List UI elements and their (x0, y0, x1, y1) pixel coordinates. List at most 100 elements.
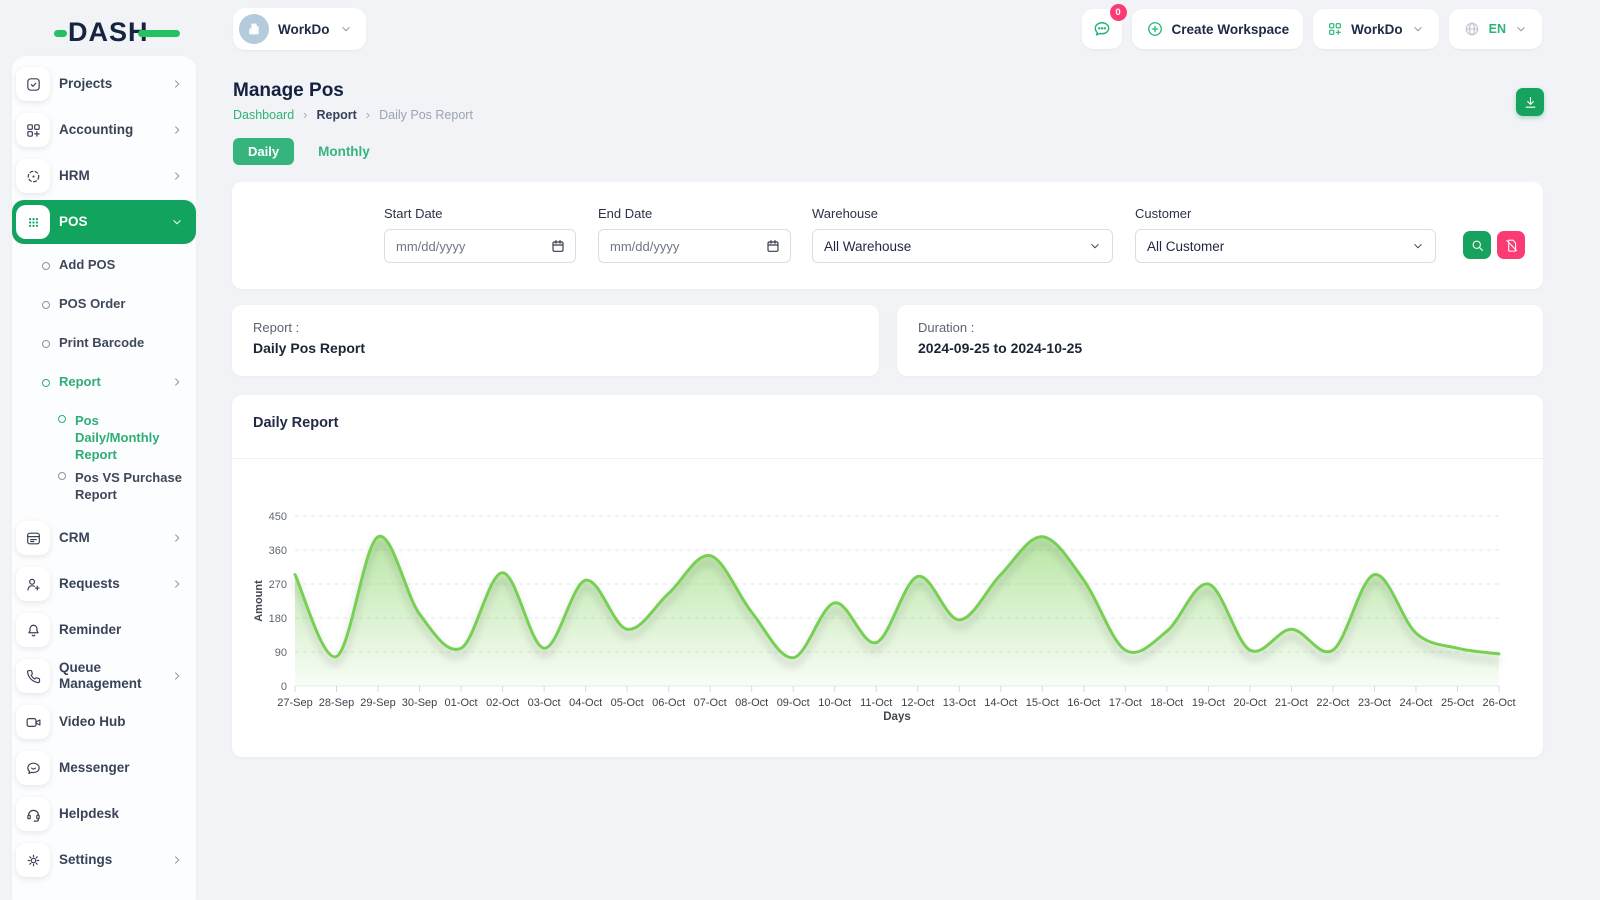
workspace-avatar (239, 14, 269, 44)
create-workspace-button[interactable]: Create Workspace (1132, 9, 1304, 49)
chevron-right-icon (170, 669, 184, 683)
chart-title: Daily Report (253, 415, 338, 431)
svg-text:15-Oct: 15-Oct (1026, 697, 1059, 709)
sidebar-item-video-hub[interactable]: Video Hub (12, 699, 196, 745)
svg-text:03-Oct: 03-Oct (528, 697, 561, 709)
sidebar-item-pos-order[interactable]: POS Order (12, 284, 196, 323)
tab-monthly[interactable]: Monthly (318, 144, 370, 159)
sidebar-item-pos-vs-purchase-report[interactable]: Pos VS Purchase Report (12, 458, 196, 515)
sidebar-item-report[interactable]: Report (12, 362, 196, 401)
sidebar-item-pos[interactable]: POS (12, 200, 196, 244)
projects-icon (16, 67, 50, 101)
svg-text:270: 270 (269, 579, 287, 591)
sidebar-item-accounting[interactable]: Accounting (12, 107, 196, 153)
sidebar-item-crm[interactable]: CRM (12, 515, 196, 561)
svg-text:21-Oct: 21-Oct (1275, 697, 1308, 709)
reset-filter-button[interactable] (1497, 231, 1525, 259)
workspace-menu-button[interactable]: WorkDo (1313, 9, 1439, 49)
svg-text:09-Oct: 09-Oct (777, 697, 810, 709)
start-date-group: Start Date (384, 206, 576, 263)
sidebar-item-label: Reminder (59, 622, 184, 638)
chevron-right-icon (170, 77, 184, 91)
report-label: Report : (253, 320, 858, 335)
sidebar-item-label: Report (59, 373, 101, 390)
report-value: Daily Pos Report (253, 340, 858, 356)
sidebar-item-settings[interactable]: Settings (12, 837, 196, 883)
sidebar-item-label: Helpdesk (59, 806, 184, 822)
warehouse-select[interactable]: All Warehouse (812, 229, 1113, 263)
sidebar-item-helpdesk[interactable]: Helpdesk (12, 791, 196, 837)
breadcrumb-separator: › (303, 107, 307, 122)
sidebar-nav: Projects Accounting HRM POS Add POS POS Order… (12, 61, 196, 883)
svg-text:16-Oct: 16-Oct (1067, 697, 1100, 709)
sidebar-item-pos-daily-monthly-report[interactable]: Pos Daily/Monthly Report (12, 401, 196, 458)
svg-text:07-Oct: 07-Oct (694, 697, 727, 709)
messenger-icon (16, 751, 50, 785)
svg-text:180: 180 (269, 613, 287, 625)
sidebar-item-queue-management[interactable]: Queue Management (12, 653, 196, 699)
svg-text:05-Oct: 05-Oct (611, 697, 644, 709)
plus-circle-icon (1146, 20, 1164, 38)
report-period-tabs: Daily Monthly (233, 138, 370, 165)
chevron-down-icon (1088, 239, 1102, 253)
chart-svg: 09018027036045027-Sep28-Sep29-Sep30-Sep0… (232, 460, 1543, 757)
svg-text:08-Oct: 08-Oct (735, 697, 768, 709)
sidebar-item-requests[interactable]: Requests (12, 561, 196, 607)
svg-text:23-Oct: 23-Oct (1358, 697, 1391, 709)
end-date-input[interactable] (599, 230, 790, 262)
sidebar-item-label: Add POS (59, 256, 115, 273)
sidebar-item-add-pos[interactable]: Add POS (12, 245, 196, 284)
sidebar-item-projects[interactable]: Projects (12, 61, 196, 107)
report-summary-card: Report : Daily Pos Report (232, 305, 879, 376)
building-icon (246, 21, 262, 37)
logo-text: DASH (68, 17, 149, 48)
breadcrumb-report[interactable]: Report (317, 108, 357, 122)
logo-accent-bar (138, 30, 180, 37)
chevron-down-icon (1411, 239, 1425, 253)
svg-text:360: 360 (269, 545, 287, 557)
sidebar-item-label: Video Hub (59, 714, 184, 730)
language-selector[interactable]: EN (1449, 9, 1542, 49)
workspace-selector[interactable]: WorkDo (233, 8, 366, 50)
sidebar-item-messenger[interactable]: Messenger (12, 745, 196, 791)
breadcrumb: Dashboard › Report › Daily Pos Report (233, 107, 473, 122)
chevron-right-icon (170, 853, 184, 867)
download-button[interactable] (1516, 88, 1544, 116)
sidebar-item-reminder[interactable]: Reminder (12, 607, 196, 653)
requests-icon (16, 567, 50, 601)
tab-daily[interactable]: Daily (233, 138, 294, 165)
page-title: Manage Pos (233, 80, 344, 102)
sidebar-item-label: Projects (59, 76, 161, 92)
end-date-label: End Date (598, 206, 791, 221)
chevron-down-icon (1411, 22, 1425, 36)
search-icon (1470, 238, 1485, 253)
accounting-icon (16, 113, 50, 147)
sidebar-item-label: Accounting (59, 122, 161, 138)
bullet-icon (42, 379, 50, 387)
svg-text:10-Oct: 10-Oct (818, 697, 851, 709)
customer-value: All Customer (1147, 239, 1224, 254)
app: DASH WorkDo 0 Create Workspace WorkDo (0, 0, 1600, 900)
sidebar-item-label: Queue Management (59, 660, 161, 692)
messages-button[interactable]: 0 (1082, 9, 1122, 49)
globe-icon (1463, 20, 1481, 38)
sidebar-item-print-barcode[interactable]: Print Barcode (12, 323, 196, 362)
divider (232, 458, 1543, 459)
breadcrumb-dashboard[interactable]: Dashboard (233, 108, 294, 122)
filter-card: Start Date End Date Warehouse All Wareho… (232, 182, 1543, 289)
customer-select[interactable]: All Customer (1135, 229, 1436, 263)
sidebar-item-hrm[interactable]: HRM (12, 153, 196, 199)
customer-label: Customer (1135, 206, 1436, 221)
grid-plus-icon (1327, 21, 1343, 37)
duration-value: 2024-09-25 to 2024-10-25 (918, 340, 1522, 356)
duration-summary-card: Duration : 2024-09-25 to 2024-10-25 (897, 305, 1543, 376)
breadcrumb-current: Daily Pos Report (379, 108, 473, 122)
duration-label: Duration : (918, 320, 1522, 335)
svg-text:22-Oct: 22-Oct (1316, 697, 1349, 709)
start-date-input[interactable] (385, 230, 575, 262)
search-button[interactable] (1463, 231, 1491, 259)
crm-icon (16, 521, 50, 555)
sidebar-item-label: HRM (59, 168, 161, 184)
messages-badge: 0 (1110, 4, 1127, 21)
helpdesk-icon (16, 797, 50, 831)
